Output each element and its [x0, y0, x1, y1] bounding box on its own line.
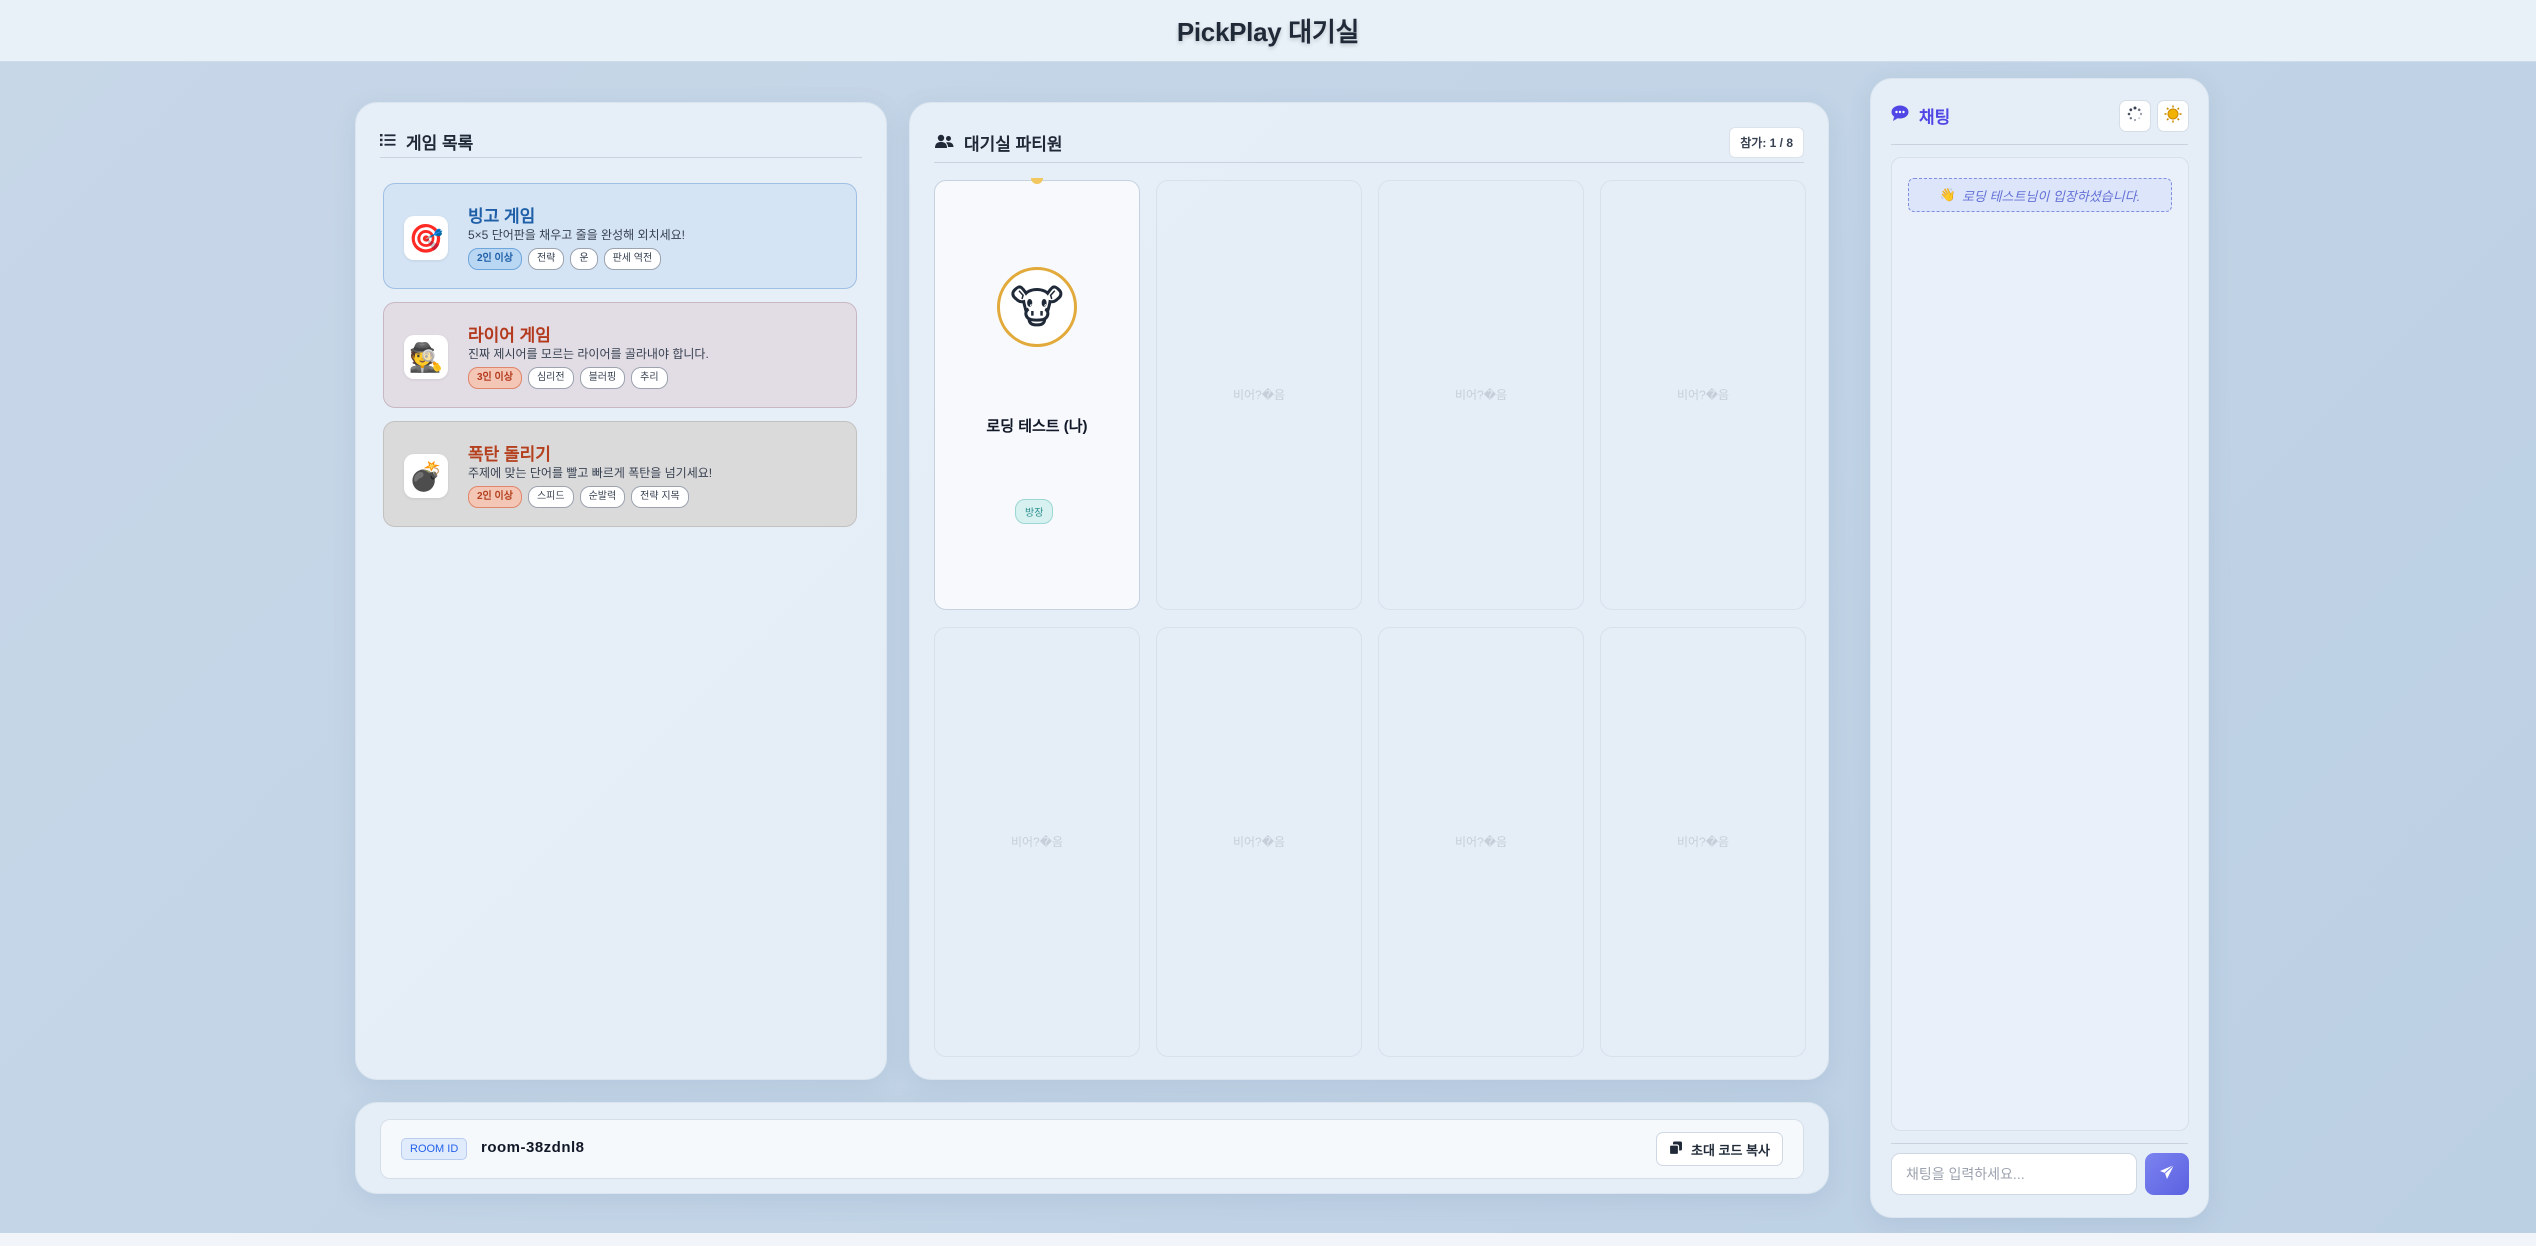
empty-slot-label: 비어?�음: [1454, 388, 1508, 402]
target-icon: 🎯: [404, 216, 448, 260]
party-panel: 대기실 파티원 참가: 1 / 8 🐮 로딩 테스트 (나) 방장 비어?�음 …: [909, 102, 1829, 1080]
divider: [934, 162, 1804, 163]
tag: 판세 역전: [603, 248, 662, 270]
room-bar: ROOM ID room-38zdnl8 초대 코드 복사: [355, 1102, 1829, 1194]
empty-slot-label: 비어?�음: [1010, 835, 1064, 849]
room-id-box: ROOM ID room-38zdnl8 초대 코드 복사: [380, 1119, 1804, 1179]
host-indicator: [1031, 178, 1043, 184]
users-icon: [934, 133, 954, 153]
game-list-title: 게임 목록: [406, 134, 474, 153]
divider: [1891, 144, 2188, 145]
bomb-icon: 💣: [404, 454, 448, 498]
list-icon: [380, 132, 396, 152]
participant-count-badge: 참가: 1 / 8: [1729, 127, 1804, 158]
page-title: PickPlay 대기실: [1176, 17, 1360, 47]
tag: 운: [570, 248, 598, 270]
game-name: 빙고 게임: [468, 207, 536, 226]
tag: 블러핑: [579, 367, 626, 389]
tag: 전략: [527, 248, 565, 270]
spinner-icon: [2127, 106, 2143, 126]
empty-slot-label: 비어?�음: [1454, 835, 1508, 849]
tag: 심리전: [527, 367, 574, 389]
player-slot-empty: 비어?�음: [1156, 627, 1362, 1057]
player-slot-empty: 비어?�음: [1378, 180, 1584, 610]
game-description: 진짜 제시어를 모르는 라이어를 골라내야 합니다.: [468, 347, 709, 361]
player-name: 로딩 테스트 (나): [986, 418, 1088, 435]
game-card-liar[interactable]: 🕵️ 라이어 게임 진짜 제시어를 모르는 라이어를 골라내야 합니다. 3인 …: [383, 302, 857, 408]
room-id-label: ROOM ID: [401, 1138, 468, 1160]
room-id-value: room-38zdnl8: [481, 1139, 585, 1156]
tag: 전략 지목: [631, 486, 689, 508]
tag-min-players: 2인 이상: [468, 486, 522, 508]
game-tags: 2인 이상 전략 운 판세 역전: [468, 248, 662, 270]
player-slot-empty: 비어?�음: [1378, 627, 1584, 1057]
game-name: 라이어 게임: [468, 326, 551, 345]
bottom-strip: [0, 1233, 2536, 1246]
chat-header: 채팅: [1891, 103, 1950, 128]
host-badge: 방장: [1015, 499, 1054, 524]
game-list-header: 게임 목록: [380, 129, 473, 154]
app-header: PickPlay 대기실: [0, 0, 2536, 62]
cow-icon: 🐮: [997, 267, 1077, 347]
game-tags: 3인 이상 심리전 블러핑 추리: [468, 367, 668, 389]
loading-toggle-button[interactable]: [2119, 100, 2151, 132]
chat-panel: 채팅 👋 로딩 테스트님이 입장하셨습니다. 채팅을 입력하세요...: [1870, 78, 2209, 1218]
party-header: 대기실 파티원: [934, 130, 1063, 155]
game-card-bingo[interactable]: 🎯 빙고 게임 5×5 단어판을 채우고 줄을 완성해 외치세요! 2인 이상 …: [383, 183, 857, 289]
player-slot-empty: 비어?�음: [1600, 627, 1806, 1057]
send-button[interactable]: [2145, 1153, 2189, 1195]
tag: 추리: [631, 367, 668, 389]
sun-icon: [2164, 105, 2182, 127]
tag: 스피드: [527, 486, 574, 508]
system-message-text: 로딩 테스트님이 입장하셨습니다.: [1961, 188, 2141, 204]
game-name: 폭탄 돌리기: [468, 445, 551, 464]
player-slot-occupied[interactable]: 🐮 로딩 테스트 (나) 방장: [934, 178, 1140, 610]
tag: 순발력: [579, 486, 626, 508]
player-slot-empty: 비어?�음: [934, 627, 1140, 1057]
chat-input[interactable]: [1891, 1153, 2137, 1195]
tag-min-players: 2인 이상: [468, 248, 522, 270]
send-icon: [2159, 1164, 2175, 1185]
copy-invite-label: 초대 코드 복사: [1691, 1142, 1770, 1158]
wave-icon: 👋: [1939, 187, 1956, 202]
spy-icon: 🕵️: [404, 335, 448, 379]
theme-toggle-button[interactable]: [2157, 100, 2189, 132]
empty-slot-label: 비어?�음: [1676, 835, 1730, 849]
empty-slot-label: 비어?�음: [1232, 835, 1286, 849]
tag-min-players: 3인 이상: [468, 367, 522, 389]
divider: [380, 157, 862, 158]
player-slot-empty: 비어?�음: [1156, 180, 1362, 610]
empty-slot-label: 비어?�음: [1676, 388, 1730, 402]
chat-title: 채팅: [1919, 108, 1951, 127]
player-slot-empty: 비어?�음: [1600, 180, 1806, 610]
chat-log[interactable]: 👋 로딩 테스트님이 입장하셨습니다.: [1891, 157, 2189, 1131]
divider: [1891, 1143, 2188, 1144]
system-message: 👋 로딩 테스트님이 입장하셨습니다.: [1908, 178, 2172, 212]
game-card-bomb[interactable]: 💣 폭탄 돌리기 주제에 맞는 단어를 빨고 빠르게 폭탄을 넘기세요! 2인 …: [383, 421, 857, 527]
copy-invite-button[interactable]: 초대 코드 복사: [1656, 1132, 1783, 1166]
copy-icon: [1668, 1141, 1683, 1158]
empty-slot-label: 비어?�음: [1232, 388, 1286, 402]
game-description: 주제에 맞는 단어를 빨고 빠르게 폭탄을 넘기세요!: [468, 466, 713, 480]
party-title: 대기실 파티원: [964, 135, 1063, 154]
game-tags: 2인 이상 스피드 순발력 전략 지목: [468, 486, 689, 508]
game-description: 5×5 단어판을 채우고 줄을 완성해 외치세요!: [468, 228, 686, 242]
chat-icon: [1891, 105, 1909, 126]
